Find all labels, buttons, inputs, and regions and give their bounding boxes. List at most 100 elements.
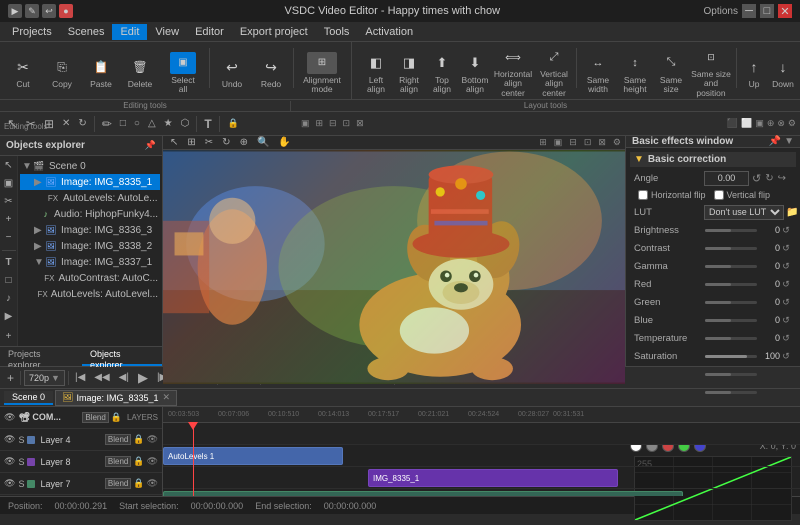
red-reset[interactable]: ↺ [780,278,792,290]
brightness-slider[interactable] [705,229,757,232]
menu-editor[interactable]: Editor [187,24,232,40]
clip-tab-close[interactable]: ✕ [163,392,171,403]
panel-pin[interactable]: 📌 [145,140,156,151]
track-solo-7[interactable]: S [18,479,24,489]
blur-slider[interactable] [705,391,757,394]
master-lock[interactable]: 🔒 [111,412,122,423]
tool-cut2[interactable]: ✂ [1,194,17,210]
prev-clip[interactable]: |◀ [72,371,88,384]
up-button[interactable]: ↑ Up [740,48,768,98]
tool-arrow[interactable]: ↖ [1,158,17,174]
blue-slider[interactable] [705,319,757,322]
layer7-vis[interactable]: 👁 [147,478,158,489]
menu-tools[interactable]: Tools [316,24,358,40]
right-align-button[interactable]: ◨ Rightalign [393,48,425,98]
play[interactable]: ▶ [135,369,151,387]
delete-button[interactable]: 🗑 Delete [121,48,159,98]
bottom-align-button[interactable]: ⬇ Bottomalign [459,48,491,98]
gamma-slider[interactable] [705,265,757,268]
vflip-input[interactable] [714,190,724,200]
menu-edit[interactable]: Edit [112,24,147,40]
tree-autolevels1[interactable]: FX AutoLevels: AutoLe... [20,190,160,206]
tree-img8335[interactable]: ▶ 🖼 Image: IMG_8335_1 [20,174,160,190]
contrast-slider[interactable] [705,247,757,250]
tool-shape[interactable]: □ [117,117,129,130]
track-visibility-master[interactable]: 👁 [4,412,15,423]
preview-tool-2[interactable]: ⊞ [184,136,198,149]
resolution-selector[interactable]: 720p ▼ [24,370,65,386]
preview-tool-7[interactable]: ✋ [275,136,293,149]
preview-tool-4[interactable]: ↻ [219,136,233,149]
track-visibility-4[interactable]: 👁 [4,434,15,445]
tool-nodes[interactable]: ⬡ [178,117,193,130]
track-solo-4[interactable]: S [18,435,24,445]
tree-img8336[interactable]: ▶ 🖼 Image: IMG_8336_3 [20,222,160,238]
angle-input[interactable] [704,171,749,186]
tab-projects-explorer[interactable]: Projects explorer [0,347,82,366]
tree-autolevels2[interactable]: FX AutoLevels: AutoLevel... [20,286,160,302]
green-slider[interactable] [705,301,757,304]
tree-scene0[interactable]: ▼ 🎬 Scene 0 [20,158,160,174]
prev-frame[interactable]: ◀| [116,371,132,384]
menu-scenes[interactable]: Scenes [60,24,113,40]
tool-plus-bottom[interactable]: + [1,328,17,344]
top-align-button[interactable]: ⬆ Topalign [426,48,458,98]
timeline-add[interactable]: + [4,370,17,386]
track-solo-8[interactable]: S [18,457,24,467]
basic-correction-header[interactable]: ▼ Basic correction [630,152,796,167]
layer7-lock[interactable]: 🔒 [133,478,144,489]
red-slider[interactable] [705,283,757,286]
paste-button[interactable]: 📋 Paste [82,48,120,98]
tool-rotate[interactable]: ↻ [75,117,89,130]
select-all-button[interactable]: ▣ Selectall [160,48,206,98]
same-size-pos-button[interactable]: ⊡ Same sizeand position [689,48,733,98]
green-reset[interactable]: ↺ [780,296,792,308]
same-width-button[interactable]: ↔ Samewidth [580,48,616,98]
hflip-input[interactable] [638,190,648,200]
clip-img8335[interactable]: IMG_8335_1 [368,469,618,487]
rewind[interactable]: ◀◀ [91,371,112,384]
panel-unpin[interactable]: 📌 [769,136,781,147]
undo-button[interactable]: ↩ Undo [213,48,251,98]
panel-menu[interactable]: ▼ [784,136,794,147]
menu-activation[interactable]: Activation [357,24,421,40]
tree-img8337[interactable]: ▼ 🖼 Image: IMG_8337_1 [20,254,160,270]
track-visibility-8[interactable]: 👁 [4,456,15,467]
saturation-reset[interactable]: ↺ [780,350,792,362]
left-align-button[interactable]: ◧ Leftalign [360,48,392,98]
lut-folder[interactable]: 📁 [786,207,798,218]
layer8-vis[interactable]: 👁 [147,456,158,467]
tool-t[interactable]: T [1,255,17,271]
tab-objects-explorer[interactable]: Objects explorer [82,347,162,366]
h-center-button[interactable]: ⟺ Horizontalalign center [492,48,534,98]
tool-circle[interactable]: ○ [131,117,143,130]
blue-reset[interactable]: ↺ [780,314,792,326]
tool-triangle[interactable]: △ [145,117,159,130]
contrast-reset[interactable]: ↺ [780,242,792,254]
lut-select[interactable]: Don't use LUT [704,205,784,220]
preview-tool-3[interactable]: ✂ [202,136,216,149]
tree-autocontrast[interactable]: FX AutoContrast: AutoC... [20,270,160,286]
scene-tab-0[interactable]: Scene 0 [4,391,53,405]
vertical-flip-checkbox[interactable]: Vertical flip [714,190,771,200]
tool-minus[interactable]: − [1,230,17,246]
redo-button[interactable]: ↪ Redo [252,48,290,98]
temperature-slider[interactable] [705,337,757,340]
tool-video[interactable]: ▶ [1,308,17,324]
cut-button[interactable]: ✂ Cut [4,48,42,98]
menu-export[interactable]: Export project [232,24,316,40]
layer4-lock[interactable]: 🔒 [133,434,144,445]
tool-text[interactable]: T [201,116,214,132]
preview-tool-5[interactable]: ⊕ [237,136,251,149]
tool-select[interactable]: ▣ [1,176,17,192]
same-height-button[interactable]: ↕ Sameheight [617,48,653,98]
sharpen-slider[interactable] [705,373,757,376]
layer4-vis[interactable]: 👁 [147,434,158,445]
menu-projects[interactable]: Projects [4,24,60,40]
preview-tool-1[interactable]: ↖ [167,136,181,149]
saturation-slider[interactable] [705,355,757,358]
preview-tool-6[interactable]: 🔍 [254,136,272,149]
tree-img8338[interactable]: ▶ 🖼 Image: IMG_8338_2 [20,238,160,254]
angle-cw[interactable]: ↻ [764,172,774,185]
tool-star[interactable]: ★ [161,117,176,130]
